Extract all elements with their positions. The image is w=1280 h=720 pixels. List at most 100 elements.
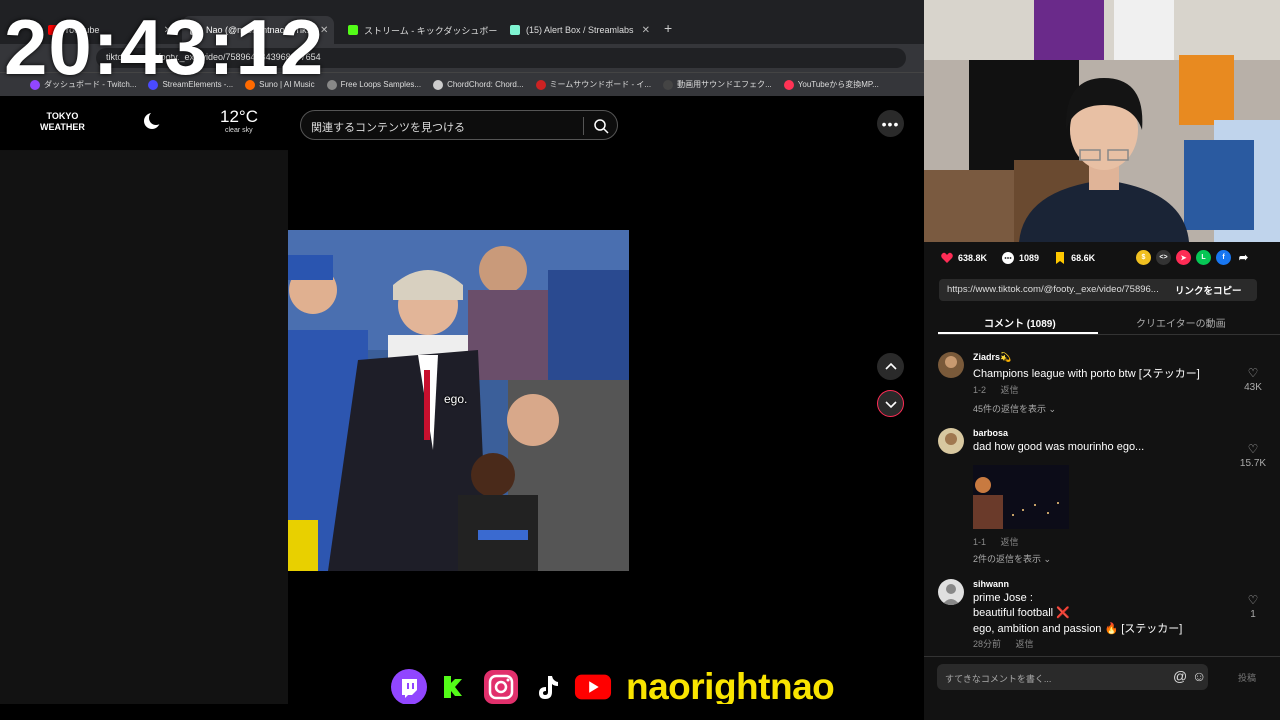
heart-icon	[941, 252, 953, 263]
avatar[interactable]	[938, 352, 964, 378]
mention-icon[interactable]: @	[1173, 668, 1187, 684]
bookmark-item[interactable]: YouTubeから変換MP...	[783, 79, 879, 90]
comment-text: Champions league with porto btw [ステッカー]	[973, 368, 1200, 380]
action-bar: 638.8K 1089 68.6K	[940, 248, 1105, 268]
tab-label: ストリーム - キックダッシュボード	[364, 25, 500, 36]
bookmark-item[interactable]: Free Loops Samples...	[326, 79, 421, 90]
instagram-icon	[482, 668, 520, 706]
soundboard-icon	[535, 79, 546, 90]
tab-streamlabs[interactable]: (15) Alert Box / Streamlabs ✕	[502, 16, 658, 44]
comment-input-placeholder: すてきなコメントを書く...	[945, 674, 1052, 684]
comment-date: 28分前	[973, 639, 1002, 649]
search-icon[interactable]	[591, 116, 611, 136]
kick-icon	[348, 25, 358, 35]
comment-like-count: 15.7K	[1239, 458, 1267, 469]
comment-like-button[interactable]: ♡ 1	[1238, 593, 1268, 620]
send-icon[interactable]: ➤	[1176, 250, 1191, 265]
weather-temp: 12°C	[220, 107, 258, 126]
bookmark-item[interactable]: ChordChord: Chord...	[433, 79, 524, 90]
like-button[interactable]: 638.8K	[940, 251, 987, 265]
tab-comments[interactable]: コメント (1089)	[984, 315, 1056, 330]
view-replies-button[interactable]: 45件の返信を表示 ⌄	[973, 402, 1056, 415]
channel-handle: naorightnao	[626, 666, 835, 707]
share-icon[interactable]: ➦	[1236, 250, 1251, 265]
streamlabs-icon	[510, 25, 520, 35]
save-button[interactable]: 68.6K	[1053, 251, 1095, 265]
video-subtitle: ego.	[444, 392, 468, 406]
heart-outline-icon: ♡	[1247, 366, 1259, 380]
sfx-icon	[663, 79, 674, 90]
chevron-down-icon: ⌄	[1043, 554, 1052, 564]
save-count: 68.6K	[1071, 253, 1096, 263]
bottom-bar	[0, 704, 924, 720]
next-video-button[interactable]	[877, 390, 904, 417]
line-icon[interactable]: L	[1196, 250, 1211, 265]
comment-button[interactable]: 1089	[1001, 251, 1039, 265]
copy-link-button[interactable]: リンクをコピー	[1175, 283, 1242, 297]
bookmark-item[interactable]: ミームサウンドボード - イ...	[535, 79, 651, 90]
facebook-icon[interactable]: f	[1216, 250, 1231, 265]
comment-icon	[1002, 252, 1015, 264]
tiktok-icon	[528, 668, 566, 706]
reply-button[interactable]: 返信	[1016, 639, 1034, 649]
comment-item: sihwann prime Jose : beautiful football …	[938, 579, 1268, 649]
kick-icon	[436, 668, 474, 706]
coin-icon[interactable]: $	[1136, 250, 1151, 265]
avatar[interactable]	[938, 579, 964, 605]
avatar[interactable]	[938, 428, 964, 454]
comment-username[interactable]: sihwann	[973, 579, 1009, 589]
mp3-icon	[783, 79, 794, 90]
reply-button[interactable]: 返信	[1001, 537, 1019, 547]
chord-icon	[433, 79, 444, 90]
close-icon[interactable]: ✕	[636, 25, 650, 36]
search-bar[interactable]: 関連するコンテンツを見つける	[300, 110, 618, 140]
stream-layout: YouTube ✕ Nao (@naorightnao) | Tik... ✕ …	[0, 0, 1280, 720]
comment-count: 1089	[1019, 253, 1040, 263]
chevron-down-icon	[884, 400, 897, 408]
comment-input[interactable]: すてきなコメントを書く... @ ☺	[937, 664, 1208, 690]
webcam-image	[924, 0, 1280, 242]
comment-like-count: 1	[1250, 609, 1256, 620]
tab-kick[interactable]: ストリーム - キックダッシュボード ✕	[340, 16, 500, 44]
clock-overlay: 20:43:12	[4, 3, 325, 91]
weather-desc: clear sky	[225, 127, 253, 134]
moon-icon	[144, 111, 162, 129]
comment-like-count: 43K	[1244, 382, 1262, 393]
chevron-down-icon: ⌄	[1048, 404, 1057, 414]
comment-tabs: コメント (1089) クリエイターの動画	[938, 313, 1280, 335]
bookmark-item[interactable]: 動画用サウンドエフェク...	[663, 79, 772, 90]
like-count: 638.8K	[958, 253, 988, 263]
comment-item: barbosa dad how good was mourinho ego...…	[938, 428, 1268, 570]
left-panel	[0, 151, 288, 704]
previous-video-button[interactable]	[877, 353, 904, 380]
comment-like-button[interactable]: ♡ 15.7K	[1238, 442, 1268, 469]
link-box: https://www.tiktok.com/@footy._exe/video…	[939, 279, 1257, 301]
video-link[interactable]: https://www.tiktok.com/@footy._exe/video…	[947, 284, 1169, 295]
comment-image[interactable]	[973, 465, 1069, 529]
comment-meta: 1-1 返信	[973, 535, 1031, 548]
bookmark-icon	[1056, 252, 1065, 264]
tab-label: (15) Alert Box / Streamlabs	[526, 25, 634, 35]
view-replies-button[interactable]: 2件の返信を表示 ⌄	[973, 552, 1051, 565]
loops-icon	[326, 79, 337, 90]
comment-item: Ziadrs💫 Champions league with porto btw …	[938, 352, 1268, 422]
search-input[interactable]: 関連するコンテンツを見つける	[311, 119, 465, 135]
emoji-icon[interactable]: ☺	[1192, 668, 1206, 684]
post-button[interactable]: 投稿	[1238, 671, 1256, 684]
tab-creator-videos[interactable]: クリエイターの動画	[1136, 315, 1226, 330]
comment-date: 1-2	[973, 385, 987, 395]
youtube-icon	[574, 668, 612, 706]
comment-input-row: すてきなコメントを書く... @ ☺ 投稿	[924, 656, 1280, 696]
more-options-button[interactable]: •••	[877, 110, 904, 137]
embed-icon[interactable]: <>	[1156, 250, 1171, 265]
comment-like-button[interactable]: ♡ 43K	[1238, 366, 1268, 393]
new-tab-button[interactable]: +	[664, 20, 672, 36]
comment-username[interactable]: barbosa	[973, 428, 1008, 438]
comment-text-line: prime Jose :	[973, 592, 1033, 604]
comment-username[interactable]: Ziadrs💫	[973, 352, 1011, 363]
heart-outline-icon: ♡	[1247, 593, 1259, 607]
comment-meta: 1-2 返信	[973, 383, 1031, 396]
comment-text: dad how good was mourinho ego...	[973, 441, 1145, 453]
reply-button[interactable]: 返信	[1001, 385, 1019, 395]
active-tab-indicator	[938, 332, 1098, 334]
